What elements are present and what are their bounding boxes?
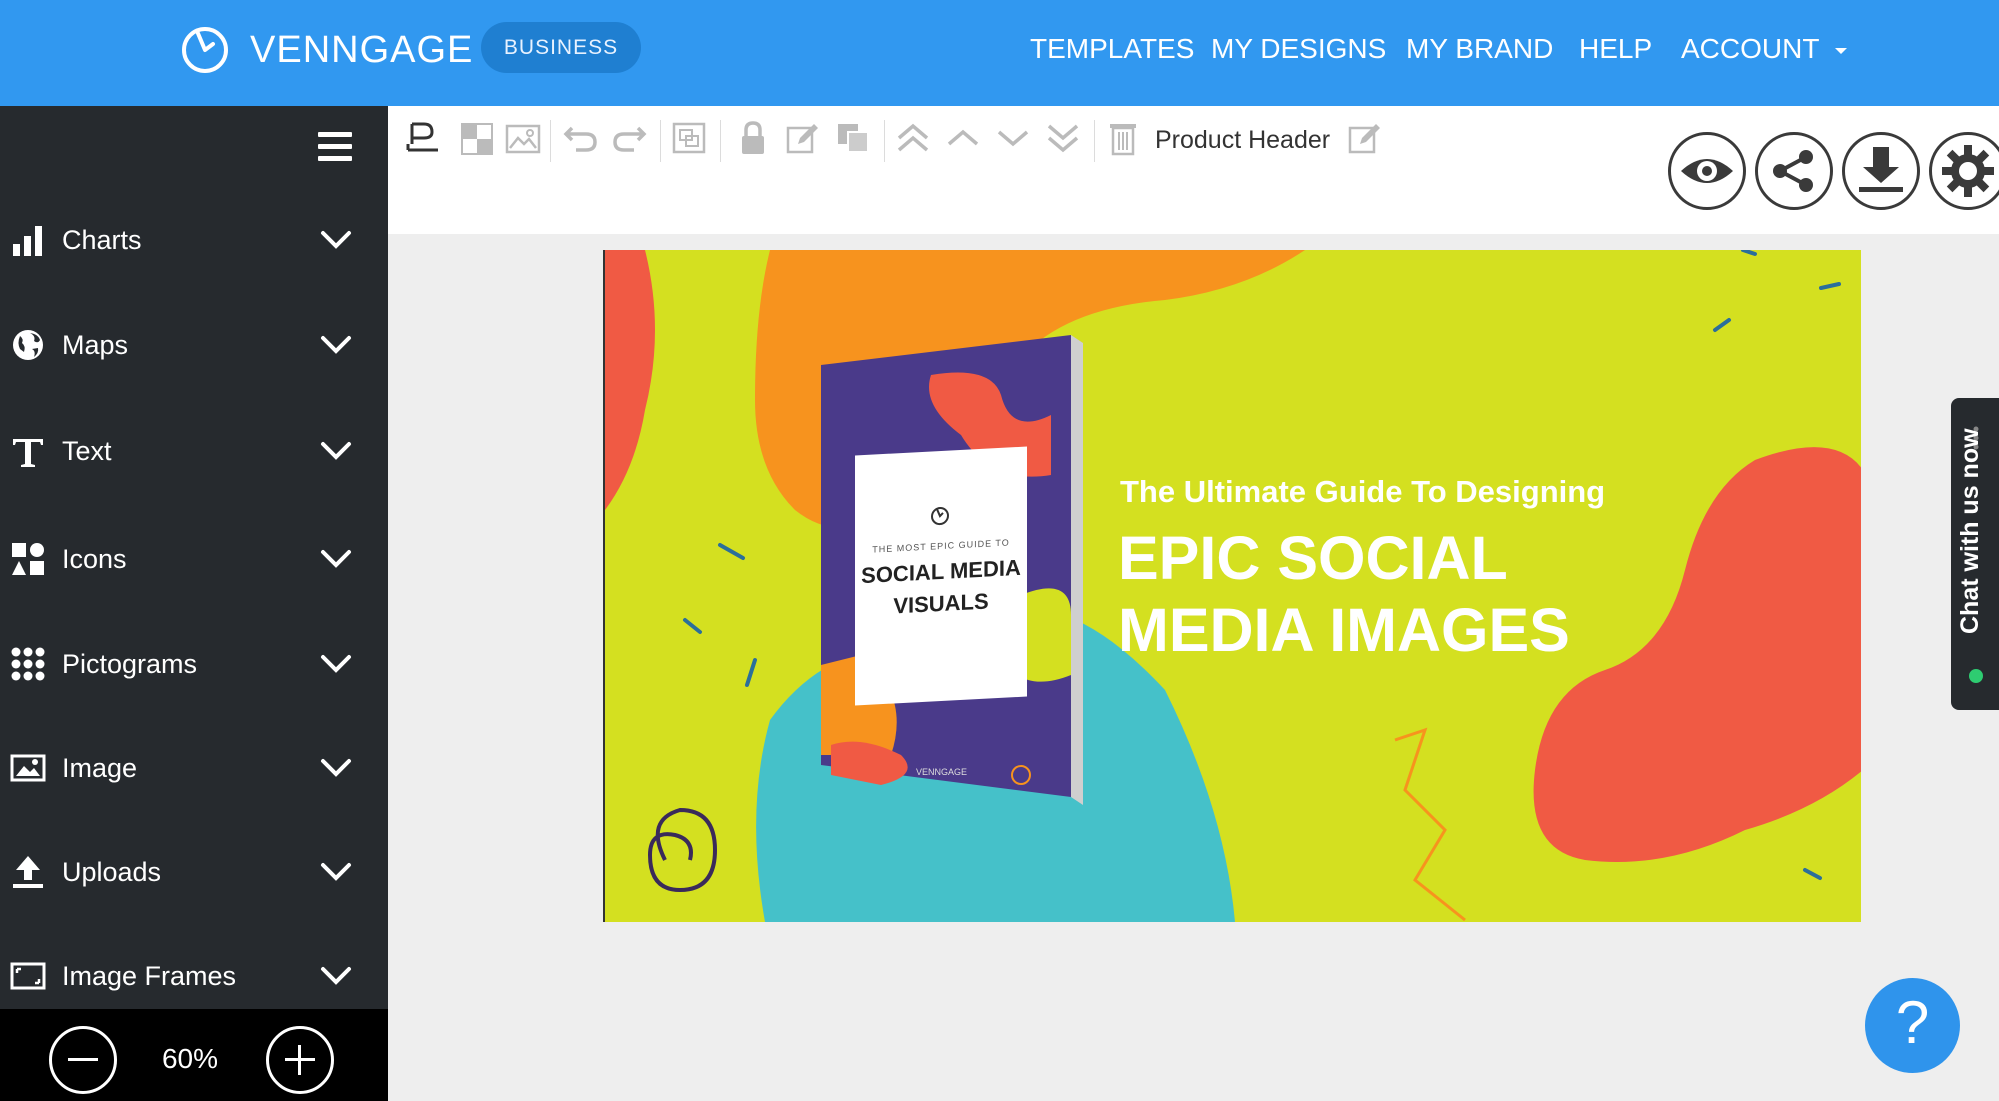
selected-element-name: Product Header — [1155, 126, 1331, 154]
download-button[interactable] — [1842, 132, 1920, 210]
bar-chart-icon — [13, 226, 42, 256]
globe-icon — [13, 330, 43, 360]
headline-big-line2: MEDIA IMAGES — [1118, 596, 1570, 664]
logo-text: VENNGAGE — [250, 28, 474, 71]
trash-icon[interactable] — [1104, 120, 1142, 156]
chevron-down-icon — [321, 231, 351, 249]
preview-button[interactable] — [1668, 132, 1746, 210]
share-button[interactable] — [1755, 132, 1833, 210]
sidebar-item-label: Icons — [62, 543, 127, 574]
dot-grid-icon — [11, 647, 45, 681]
edit-icon[interactable] — [784, 120, 822, 156]
zoom-level: 60% — [161, 1043, 219, 1074]
book-title-line2: VISUALS — [893, 588, 989, 619]
sidebar-item-label: Uploads — [62, 856, 162, 887]
left-sidebar: Charts Maps Text Icons Pictograms Image — [0, 106, 388, 1009]
nav-account-label: ACCOUNT — [1681, 33, 1819, 64]
sidebar-item-image-frames[interactable]: Image Frames — [0, 946, 388, 1006]
bring-to-front-icon[interactable] — [894, 120, 932, 156]
settings-button[interactable] — [1929, 132, 1999, 210]
clock-logo-icon — [182, 27, 228, 73]
nav-my-designs[interactable]: MY DESIGNS — [1211, 33, 1386, 65]
nav-templates[interactable]: TEMPLATES — [1030, 33, 1194, 65]
sidebar-item-pictograms[interactable]: Pictograms — [0, 634, 388, 694]
image-icon — [10, 754, 46, 782]
zoom-out-button[interactable] — [49, 1026, 117, 1094]
upload-icon — [13, 856, 43, 888]
design-canvas[interactable]: THE MOST EPIC GUIDE TO SOCIAL MEDIA VISU… — [603, 250, 1861, 922]
hamburger-menu-icon[interactable] — [318, 132, 352, 162]
share-icon — [1773, 150, 1813, 192]
nav-account[interactable]: ACCOUNT — [1681, 33, 1849, 65]
duplicate-icon[interactable] — [834, 120, 872, 156]
book-small-title: THE MOST EPIC GUIDE TO — [872, 537, 1010, 555]
plus-icon — [285, 1045, 315, 1075]
help-button[interactable]: ? — [1865, 978, 1960, 1073]
sidebar-item-label: Maps — [62, 329, 129, 360]
sidebar-item-icons[interactable]: Icons — [0, 529, 388, 589]
sidebar-item-text[interactable]: Text — [0, 421, 388, 481]
undo-icon[interactable] — [562, 120, 600, 156]
book-mockup: THE MOST EPIC GUIDE TO SOCIAL MEDIA VISU… — [821, 335, 1091, 815]
frame-icon — [10, 962, 46, 990]
sidebar-item-label: Text — [62, 435, 112, 466]
nav-my-brand[interactable]: MY BRAND — [1406, 33, 1553, 65]
download-icon — [1859, 147, 1903, 192]
chevron-down-icon — [321, 863, 351, 881]
redo-icon[interactable] — [610, 120, 648, 156]
sidebar-item-charts[interactable]: Charts — [0, 210, 388, 270]
plan-badge[interactable]: BUSINESS — [481, 22, 641, 73]
sidebar-item-label: Image Frames — [62, 960, 237, 991]
send-backward-icon[interactable] — [994, 120, 1032, 156]
book-title-line1: SOCIAL MEDIA — [861, 554, 1021, 589]
chevron-down-icon — [321, 550, 351, 568]
online-status-icon — [1969, 669, 1983, 683]
chat-label: Chat with us now — [1956, 428, 1984, 634]
send-to-back-icon[interactable] — [1044, 120, 1082, 156]
rename-edit-icon[interactable] — [1346, 120, 1384, 156]
replace-image-icon[interactable] — [504, 120, 542, 156]
lock-icon[interactable] — [734, 120, 772, 156]
top-bar: VENNGAGE BUSINESS TEMPLATES MY DESIGNS M… — [0, 0, 1999, 106]
nav-help[interactable]: HELP — [1579, 33, 1652, 65]
book-brand: VENNGAGE — [916, 767, 968, 777]
sidebar-item-label: Charts — [62, 224, 142, 255]
sidebar-item-label: Image — [62, 752, 138, 783]
shapes-icon — [12, 543, 44, 575]
zoom-bar: 60% — [0, 1009, 388, 1101]
sidebar-item-image[interactable]: Image — [0, 738, 388, 798]
chevron-down-icon — [321, 967, 351, 985]
sidebar-item-label: Pictograms — [62, 648, 198, 679]
editor-toolbar: Product Header — [388, 106, 1999, 234]
zoom-in-button[interactable] — [266, 1026, 334, 1094]
group-icon[interactable] — [670, 120, 708, 156]
headline-big-line1: EPIC SOCIAL — [1118, 524, 1508, 592]
headline-big[interactable]: EPIC SOCIAL MEDIA IMAGES — [1118, 522, 1570, 666]
chevron-down-icon — [321, 655, 351, 673]
bring-forward-icon[interactable] — [944, 120, 982, 156]
chevron-down-icon — [321, 442, 351, 460]
book-cover-card: THE MOST EPIC GUIDE TO SOCIAL MEDIA VISU… — [855, 446, 1027, 706]
format-painter-icon[interactable] — [404, 120, 442, 156]
text-icon — [13, 439, 43, 467]
sidebar-item-uploads[interactable]: Uploads — [0, 842, 388, 902]
chat-widget-tab[interactable]: Chat with us now — [1951, 398, 1999, 710]
clock-logo-icon — [931, 507, 949, 526]
eye-icon — [1681, 159, 1733, 183]
transparency-icon[interactable] — [458, 120, 496, 156]
headline-small[interactable]: The Ultimate Guide To Designing — [1120, 474, 1605, 510]
venngage-logo[interactable]: VENNGAGE — [180, 24, 473, 76]
sidebar-item-maps[interactable]: Maps — [0, 315, 388, 375]
chevron-down-icon — [321, 759, 351, 777]
caret-down-icon — [1834, 47, 1847, 54]
question-mark-icon: ? — [1895, 989, 1930, 1056]
chevron-down-icon — [321, 336, 351, 354]
minus-icon — [68, 1058, 98, 1061]
gear-icon — [1942, 145, 1994, 197]
